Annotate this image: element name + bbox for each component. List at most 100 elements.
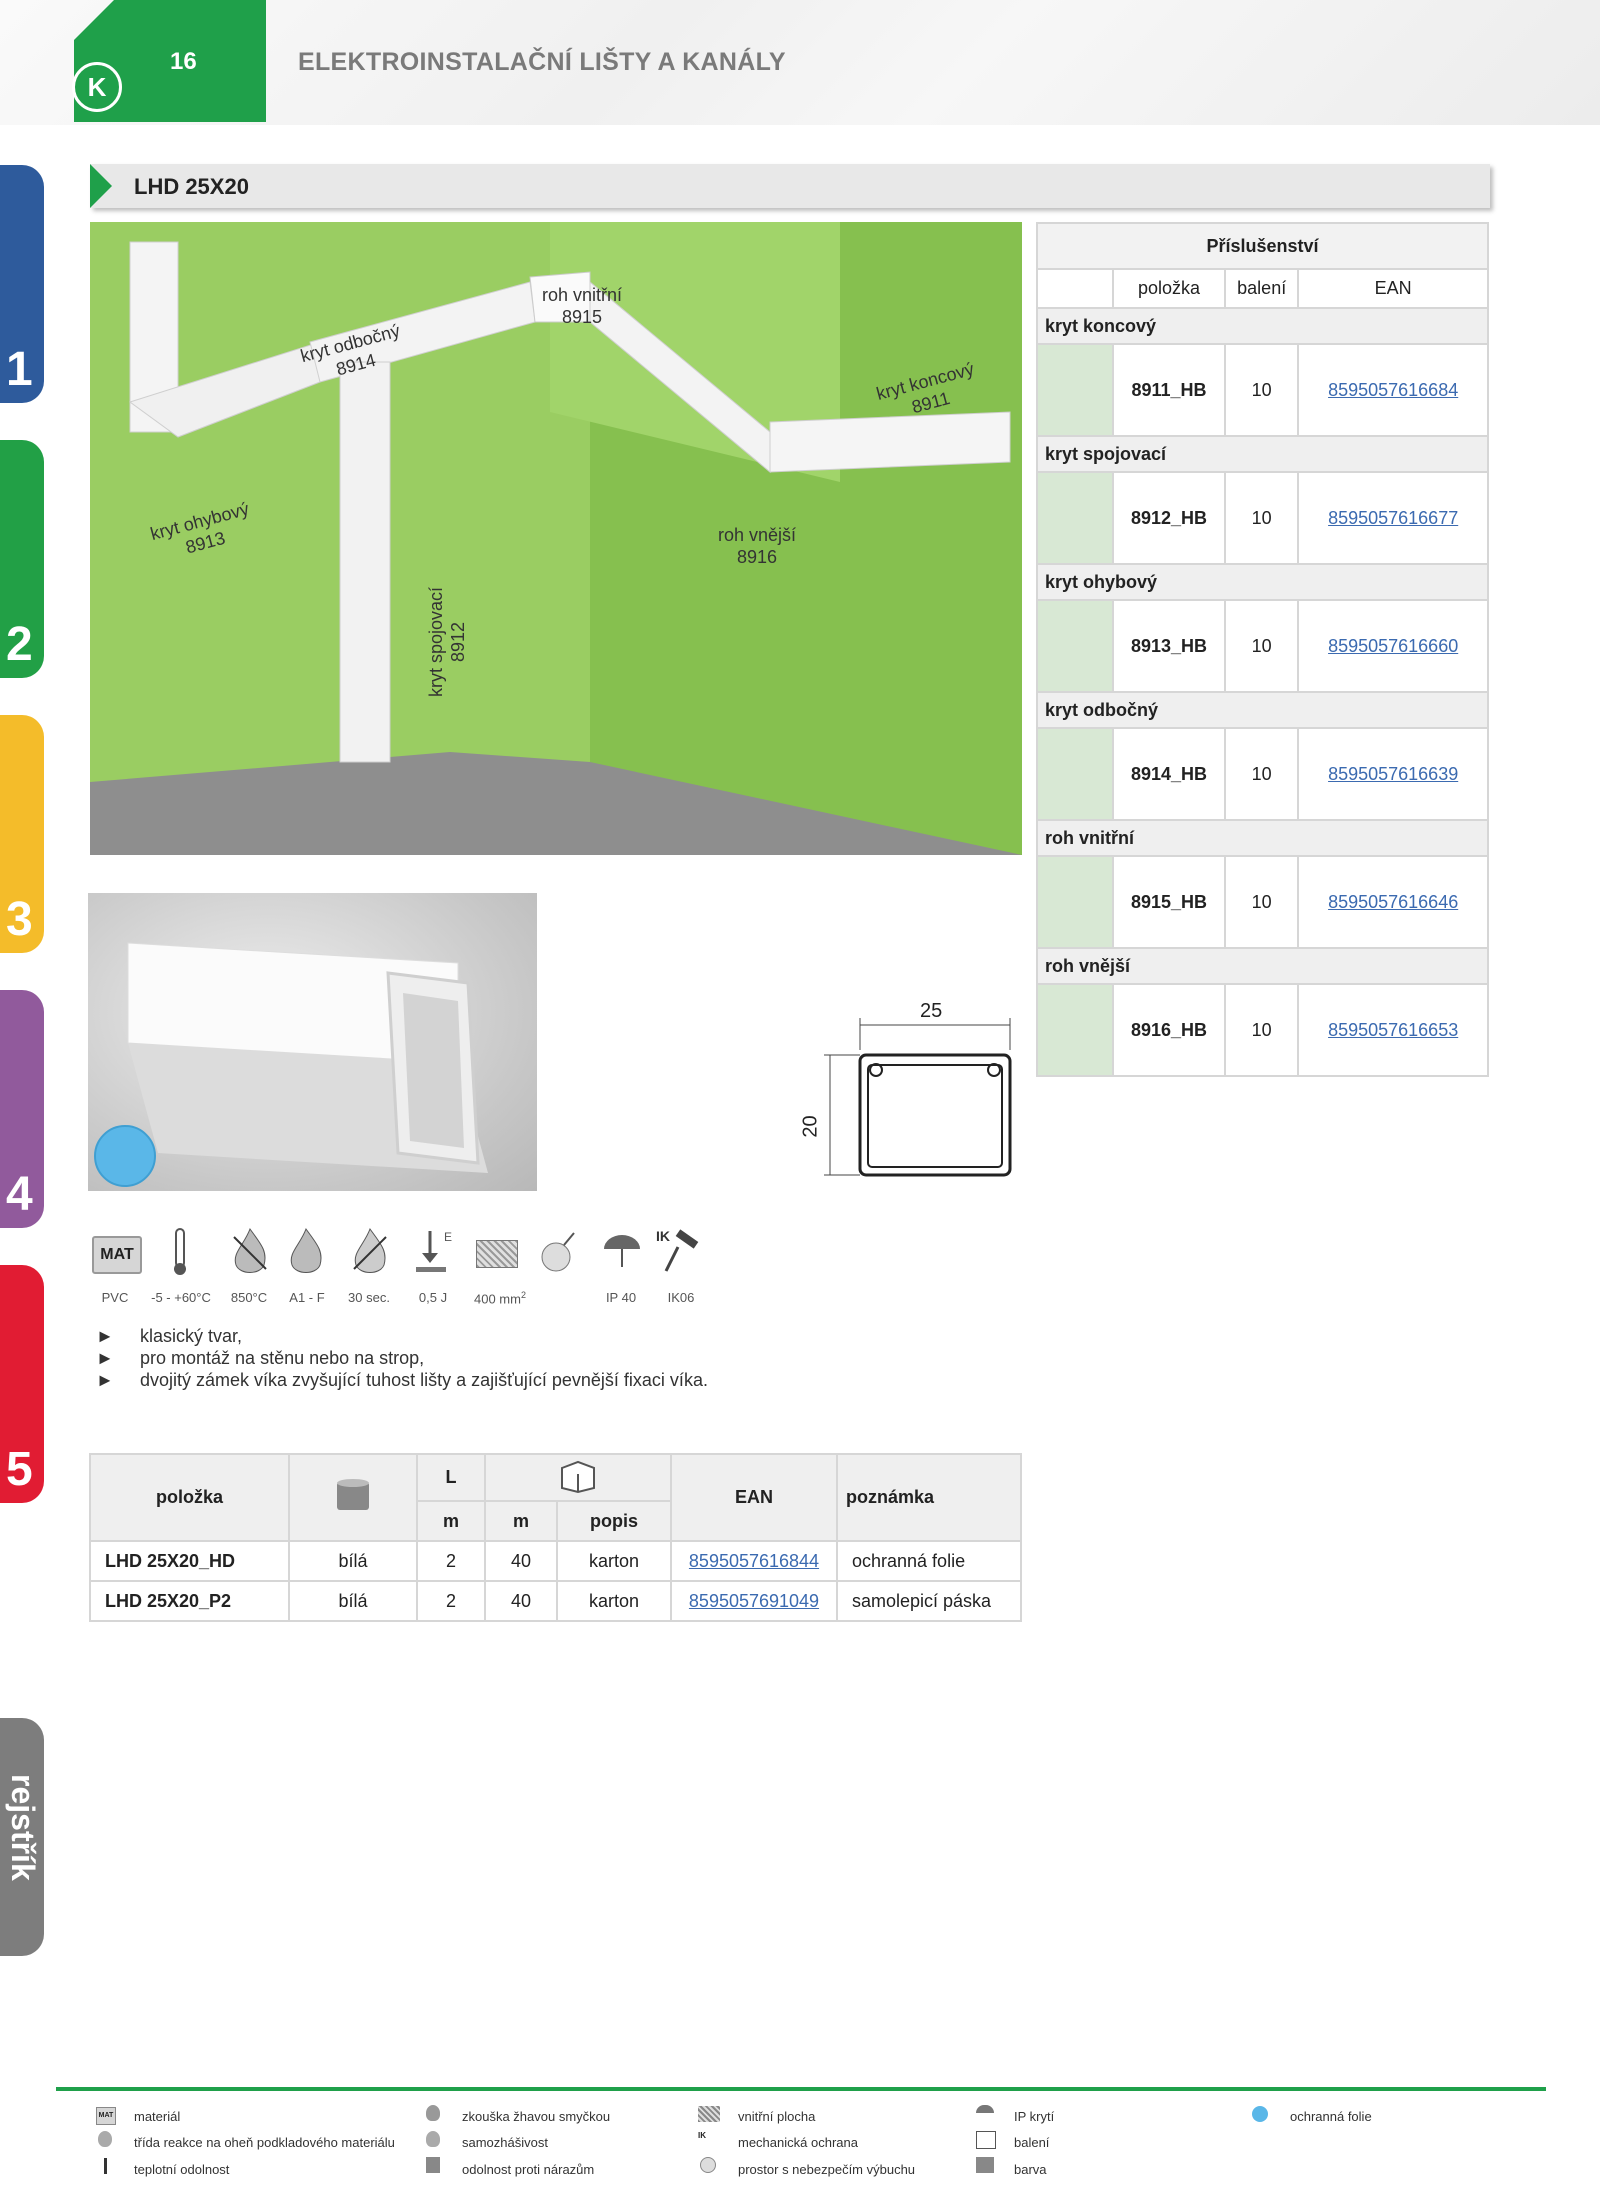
legend-label: vnitřní plocha xyxy=(738,2109,816,2124)
accessory-pack: 10 xyxy=(1224,983,1300,1077)
label-roh-vnejsi: roh vnější 8916 xyxy=(718,525,797,567)
row-pack-type: karton xyxy=(556,1580,672,1622)
paint-can-icon xyxy=(337,1479,369,1510)
accessory-pack: 10 xyxy=(1224,599,1300,693)
accessories-title: Příslušenství xyxy=(1036,222,1489,270)
accessory-category: roh vnější xyxy=(1036,947,1489,985)
accessory-code: 8915_HB xyxy=(1111,855,1227,949)
fire-class-icon xyxy=(290,1227,322,1273)
chapter-tab-4[interactable]: 4 xyxy=(0,990,44,1228)
accessories-spacer xyxy=(1036,268,1113,309)
page-title: ELEKTROINSTALAČNÍ LIŠTY A KANÁLY xyxy=(298,48,786,76)
accessory-code: 8916_HB xyxy=(1111,983,1227,1077)
chapter-tab-label: 1 xyxy=(6,343,33,396)
col-length-unit: m xyxy=(416,1500,486,1542)
row-ean-link[interactable]: 8595057616844 xyxy=(689,1551,819,1571)
row-note: ochranná folie xyxy=(836,1540,1022,1582)
explosion-hazard-icon xyxy=(541,1232,575,1272)
accessory-code: 8911_HB xyxy=(1111,343,1227,437)
accessory-ean-link[interactable]: 8595057616660 xyxy=(1328,636,1458,656)
ip-rating-icon xyxy=(604,1235,640,1267)
row-ean-link[interactable]: 8595057691049 xyxy=(689,1591,819,1611)
legend-label: třída reakce na oheň podkladového materi… xyxy=(134,2135,395,2150)
table-row: LHD 25X20_P2 bílá 2 40 karton 8595057691… xyxy=(89,1580,1022,1622)
col-ean-header: EAN xyxy=(670,1453,838,1542)
col-item-header: položka xyxy=(89,1453,290,1542)
legend-fire-class-icon xyxy=(98,2131,112,2147)
legend-label: materiál xyxy=(134,2109,181,2124)
legend-label: IP krytí xyxy=(1014,2109,1055,2124)
glow-wire-icon xyxy=(233,1227,267,1273)
material-icon: MAT xyxy=(92,1236,142,1274)
legend-label: mechanická ochrana xyxy=(738,2135,858,2150)
row-length: 2 xyxy=(416,1580,486,1622)
accessory-pack: 10 xyxy=(1224,727,1300,821)
row-note: samolepicí páska xyxy=(836,1580,1022,1622)
accessory-category: kryt ohybový xyxy=(1036,563,1489,601)
product-photo xyxy=(88,893,537,1191)
legend-ik-icon: IK xyxy=(698,2131,706,2140)
thermometer-icon xyxy=(174,1228,186,1275)
chapter-tab-5[interactable]: 5 xyxy=(0,1265,44,1503)
self-extinguish-icon xyxy=(353,1227,387,1273)
footer-divider xyxy=(56,2087,1546,2091)
legend-label: samozhášivost xyxy=(462,2135,548,2150)
page-number: 16 xyxy=(170,48,197,75)
feature-bullet: ► pro montáž na stěnu nebo na strop, xyxy=(96,1348,425,1368)
accessory-ean-link[interactable]: 8595057616639 xyxy=(1328,764,1458,784)
accessories-table: Příslušenství položka balení EAN kryt ko… xyxy=(1036,222,1489,1077)
legend-paint-icon xyxy=(976,2157,994,2173)
duct-render xyxy=(127,942,488,1173)
chapter-tab-3[interactable]: 3 xyxy=(0,715,44,953)
chapter-tab-label: 3 xyxy=(6,893,33,946)
prop-temperature: -5 - +60°C xyxy=(151,1290,211,1305)
legend-explosion-icon xyxy=(700,2157,716,2173)
legend-label: barva xyxy=(1014,2162,1047,2177)
area-superscript: 2 xyxy=(520,1290,526,1300)
label-kryt-spojovaci: kryt spojovací 8912 xyxy=(426,586,468,697)
row-pack: 40 xyxy=(484,1540,558,1582)
legend-label: ochranná folie xyxy=(1290,2109,1372,2124)
accessory-ean-link[interactable]: 8595057616653 xyxy=(1328,1020,1458,1040)
protective-foil-icon xyxy=(94,1125,156,1187)
accessory-code: 8912_HB xyxy=(1111,471,1227,565)
legend-glow-wire-icon xyxy=(426,2105,440,2121)
index-tab[interactable]: rejstřík xyxy=(0,1718,44,1956)
col-note-header: poznámka xyxy=(836,1453,1022,1542)
prop-self-extinguish: 30 sec. xyxy=(348,1290,390,1305)
prop-fire-class: A1 - F xyxy=(289,1290,325,1305)
prop-impact: 0,5 J xyxy=(418,1290,448,1305)
legend-label: teplotní odolnost xyxy=(134,2162,230,2177)
legend-self-extinguish-icon xyxy=(426,2131,440,2147)
feature-bullet: ► dvojitý zámek víka zvyšující tuhost liš… xyxy=(96,1370,708,1390)
accessory-code: 8913_HB xyxy=(1111,599,1227,693)
legend-foil-icon xyxy=(1252,2106,1268,2122)
brand-logo: K xyxy=(72,62,122,112)
accessory-pack: 10 xyxy=(1224,343,1300,437)
col-pack-desc: popis xyxy=(556,1500,672,1542)
accessory-ean-link[interactable]: 8595057616684 xyxy=(1328,380,1458,400)
section-title: LHD 25X20 xyxy=(134,174,249,199)
row-item: LHD 25X20_P2 xyxy=(89,1580,290,1622)
col-item: položka xyxy=(1111,268,1227,309)
profile-height-label: 20 xyxy=(799,1115,822,1138)
profile-cross-section xyxy=(824,1018,1012,1177)
row-color: bílá xyxy=(288,1580,418,1622)
chapter-tab-label: 2 xyxy=(6,618,33,671)
index-tab-label: rejstřík xyxy=(5,1774,41,1881)
accessory-ean-link[interactable]: 8595057616646 xyxy=(1328,892,1458,912)
section-bar xyxy=(90,164,1490,208)
outer-corner-image xyxy=(1036,983,1114,1077)
installation-photo: kryt odbočný 8914 roh vnitřní 8915 kryt ko… xyxy=(90,222,1022,855)
chapter-tab-1[interactable]: 1 xyxy=(0,165,44,403)
ik-badge: IK xyxy=(656,1228,670,1244)
accessory-ean-link[interactable]: 8595057616677 xyxy=(1328,508,1458,528)
package-icon xyxy=(484,1453,672,1502)
chapter-tab-2[interactable]: 2 xyxy=(0,440,44,678)
legend-box-icon xyxy=(976,2131,996,2149)
accessory-pack: 10 xyxy=(1224,471,1300,565)
impact-resistance-icon: E xyxy=(416,1230,452,1272)
accessory-category: kryt koncový xyxy=(1036,307,1489,345)
accessory-code: 8914_HB xyxy=(1111,727,1227,821)
col-ean: EAN xyxy=(1297,268,1489,309)
